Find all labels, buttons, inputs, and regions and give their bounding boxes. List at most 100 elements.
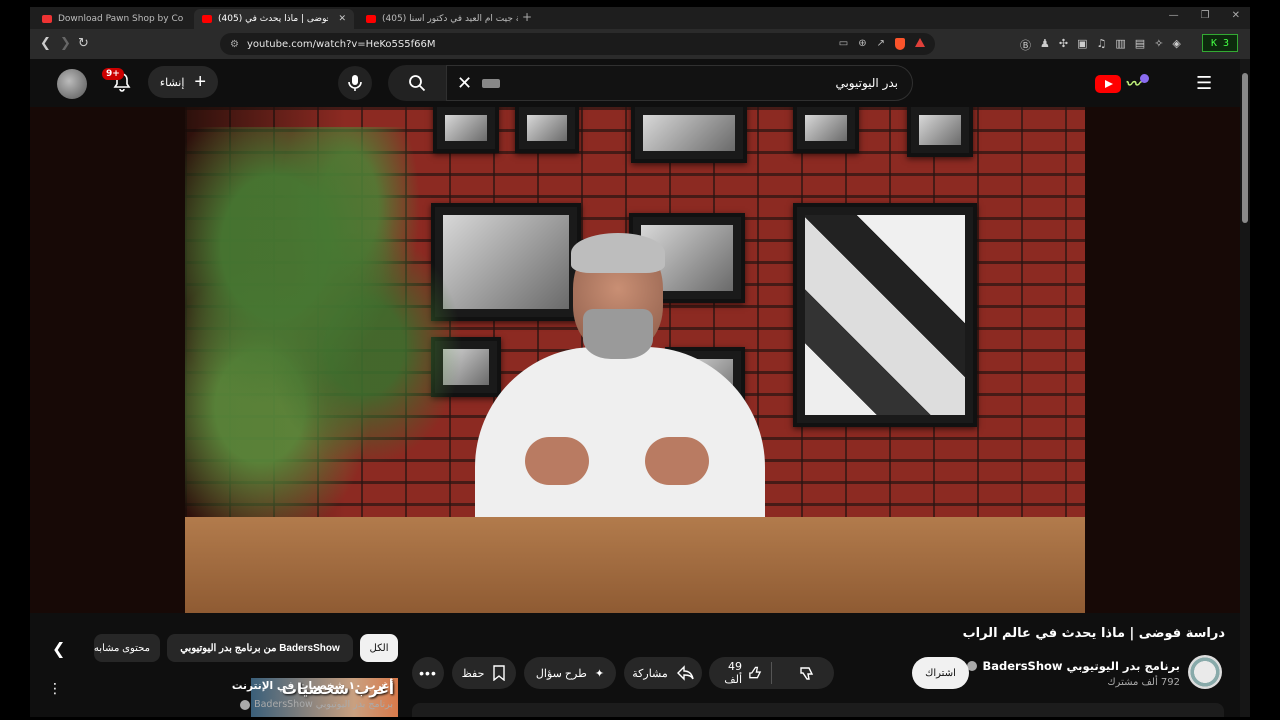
url-actions: ▭ ⊕ ↗ (839, 38, 925, 50)
more-vertical-icon[interactable]: ⋮ (48, 681, 62, 697)
chip-from-channel[interactable]: من برنامج بدر اليوتيوبي BadersShow (167, 634, 353, 662)
search-input[interactable]: ✕ بدر اليوتيوبي (446, 65, 913, 101)
picture-frame (793, 203, 977, 427)
vpn-icon[interactable]: ◈ (1172, 37, 1180, 53)
forward-arrow-icon[interactable]: ❯ (60, 36, 71, 51)
like-count: 49 ألف (724, 660, 743, 686)
extension-counter-badge[interactable]: K 3 (1202, 34, 1238, 52)
palm-plant (185, 127, 485, 527)
ai-icon[interactable]: ✧ (1154, 37, 1163, 53)
tab-other-video[interactable]: (405) قصة جيت ام العيد في دكتور اسنا (358, 9, 518, 29)
brave-shield-icon[interactable] (895, 38, 905, 50)
thumbs-up-icon (749, 666, 762, 679)
subscribe-button[interactable]: اشتراك (912, 657, 969, 689)
tab-current-video[interactable]: (405) دراسة فوضى | ماذا يحدث في ✕ (194, 9, 354, 29)
verified-check-icon (967, 661, 978, 671)
create-button[interactable]: إنشاء + (148, 66, 218, 98)
picture-frame (793, 107, 859, 153)
new-tab-button[interactable]: + (522, 10, 532, 24)
video-player[interactable] (30, 107, 1240, 613)
verified-check-icon (240, 699, 251, 710)
recommended-channel[interactable]: برنامج بدر اليوتيوبي BadersShow (240, 699, 393, 710)
tab-title: Download Pawn Shop by Colourplay (58, 14, 184, 24)
recommended-channel-name: برنامج بدر اليوتيوبي BadersShow (254, 699, 393, 710)
more-actions-button[interactable]: ••• (412, 657, 444, 689)
save-label: حفظ (461, 667, 485, 680)
bookmarks-icon[interactable]: ▥ (1115, 37, 1125, 53)
tab-title: (405) قصة جيت ام العيد في دكتور اسنا (382, 14, 518, 24)
youtube-favicon-icon (366, 15, 376, 23)
presenter (465, 233, 775, 527)
browser-window: Download Pawn Shop by Colourplay (405) د… (30, 7, 1250, 717)
chevron-left-icon[interactable]: ❮ (52, 639, 65, 658)
plus-icon: + (194, 70, 207, 93)
address-bar-row: ❮ ❯ ↻ ⚙ youtube.com/watch?v=HeKo5S5f66M … (30, 29, 1250, 59)
tab-title: (405) دراسة فوضى | ماذا يحدث في (218, 14, 328, 24)
youtube-doodle-icon: 〰 (1125, 75, 1141, 93)
clear-search-icon[interactable]: ✕ (457, 73, 472, 94)
restore-button[interactable]: ❐ (1201, 10, 1210, 21)
url-text: youtube.com/watch?v=HeKo5S5f66M (246, 38, 436, 50)
bookmark-icon (493, 665, 506, 681)
share-label: مشاركة (632, 667, 668, 680)
picture-frame (907, 107, 973, 157)
page-scrollbar[interactable] (1240, 59, 1250, 717)
wallet-icon[interactable]: ▤ (1135, 37, 1145, 53)
create-label: إنشاء (159, 76, 185, 89)
thumbs-down-icon (800, 667, 814, 680)
microphone-icon (348, 75, 362, 91)
tab-close-icon[interactable]: ✕ (338, 14, 346, 24)
extension-b-icon[interactable]: Ⓑ (1020, 37, 1031, 53)
save-button[interactable]: حفظ (452, 657, 516, 689)
chip-related[interactable]: محتوى مشابه (94, 634, 160, 662)
extension-tab-icon[interactable]: ▣ (1077, 37, 1087, 53)
account-avatar[interactable] (57, 69, 87, 99)
tab-pawn-shop[interactable]: Download Pawn Shop by Colourplay (34, 9, 184, 29)
divider (771, 662, 772, 684)
extension-puzzle-icon[interactable]: ✣ (1059, 37, 1068, 53)
channel-name[interactable]: برنامج بدر اليوتيوبي BadersShow (967, 659, 1180, 673)
cast-icon[interactable]: ▭ (839, 38, 848, 50)
subscriber-count: 792 ألف مشترك (1107, 677, 1180, 688)
url-field[interactable]: ⚙ youtube.com/watch?v=HeKo5S5f66M (220, 33, 935, 55)
close-window-button[interactable]: ✕ (1232, 10, 1240, 21)
picture-frame (515, 107, 579, 153)
site-favicon-icon (42, 15, 52, 23)
description-panel[interactable] (412, 703, 1224, 717)
dislike-button[interactable] (780, 657, 834, 689)
recommended-video-title[interactable]: أغرب ١٠ شخصيات في الإنترنت (232, 680, 393, 692)
share-button[interactable]: مشاركة (624, 657, 702, 689)
back-arrow-icon[interactable]: ❮ (40, 36, 51, 51)
voice-search-button[interactable] (338, 66, 372, 100)
site-info-icon[interactable]: ⚙ (230, 39, 239, 50)
search-query-text: بدر اليوتيوبي (835, 76, 898, 90)
video-title: دراسة فوضى | ماذا يحدث في عالم الراب (962, 626, 1225, 641)
sparkle-icon: ✦ (594, 667, 605, 680)
brave-rewards-icon[interactable] (915, 38, 925, 47)
zoom-icon[interactable]: ⊕ (858, 38, 866, 50)
channel-avatar[interactable] (1188, 655, 1222, 689)
minimize-button[interactable]: — (1169, 10, 1179, 21)
doodle-dot-icon (1140, 74, 1150, 83)
keyboard-icon[interactable] (482, 78, 501, 88)
share-arrow-icon (676, 665, 694, 681)
youtube-play-logo-icon (1095, 74, 1121, 93)
like-dislike-group: 49 ألف (709, 657, 834, 689)
reload-icon[interactable]: ↻ (78, 36, 89, 51)
ask-label: طرح سؤال (535, 667, 587, 680)
chip-all[interactable]: الكل (360, 634, 398, 662)
youtube-logo[interactable]: 〰 (1095, 73, 1150, 94)
tab-strip: Download Pawn Shop by Colourplay (405) د… (30, 7, 1250, 29)
scrollbar-thumb[interactable] (1242, 73, 1248, 223)
youtube-header: 9+ إنشاء + ✕ بدر اليوتيوبي 〰 ☰ (30, 59, 1240, 107)
window-controls: — ❐ ✕ (1169, 10, 1240, 21)
hamburger-menu-icon[interactable]: ☰ (1196, 73, 1212, 94)
wooden-desk (185, 517, 1085, 613)
ask-question-button[interactable]: ✦ طرح سؤال (524, 657, 616, 689)
channel-name-text: برنامج بدر اليوتيوبي BadersShow (982, 659, 1180, 673)
media-icon[interactable]: ♫ (1097, 37, 1107, 53)
search-button[interactable] (388, 65, 446, 101)
share-page-icon[interactable]: ↗ (877, 38, 885, 50)
extension-person-icon[interactable]: ♟ (1040, 37, 1050, 53)
like-button[interactable]: 49 ألف (709, 657, 763, 689)
